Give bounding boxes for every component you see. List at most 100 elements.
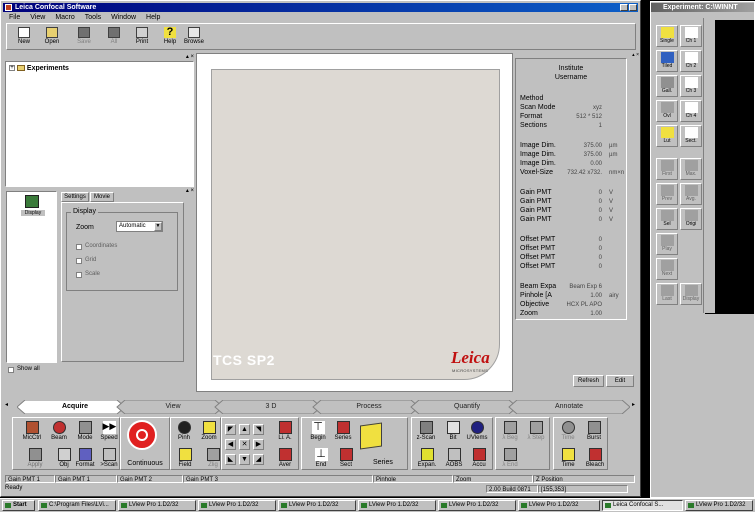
experiment-button[interactable]: Ch 2	[680, 50, 702, 72]
zoom-select[interactable]: Automatic ▼	[116, 221, 163, 232]
end-button[interactable]: ⊥ End	[309, 446, 333, 473]
bleach-button[interactable]: Bleach	[582, 446, 608, 473]
experiment-button[interactable]: Ch 3	[680, 75, 702, 97]
taskbar-item[interactable]: LView Pro 1.D2/32	[198, 500, 276, 511]
experiment-button[interactable]: Display	[680, 283, 702, 305]
time-series-button[interactable]: Time	[556, 446, 580, 473]
tab-acquire[interactable]: Acquire	[27, 400, 123, 414]
menu-view[interactable]: View	[30, 14, 45, 21]
pan-up-button[interactable]: ▲	[239, 424, 250, 435]
pan-center-button[interactable]: ✕	[239, 439, 250, 450]
aobs-button[interactable]: AOBS	[441, 446, 467, 473]
image-viewer[interactable]: TCS SP2 Leica MICROSYSTEMS	[196, 53, 513, 392]
experiment-button[interactable]: Play	[656, 233, 678, 255]
tab-view[interactable]: View	[125, 400, 221, 414]
edit-button[interactable]: Edit	[606, 375, 634, 387]
zoom-button[interactable]: Zoom	[198, 419, 220, 446]
taskbar-item[interactable]: LView Pro 1.D2/32	[518, 500, 600, 511]
pan-up-left-button[interactable]: ◤	[225, 424, 236, 435]
bit-button[interactable]: Bit	[441, 419, 465, 446]
experiment-button[interactable]: Prev	[656, 183, 678, 205]
tab-quantify[interactable]: Quantify	[419, 400, 515, 414]
experiment-tree[interactable]: + Experiments	[5, 61, 194, 187]
li-a-button[interactable]: Li. A.	[272, 419, 298, 446]
lambda-begin-button[interactable]: λ Beg	[497, 419, 523, 446]
tab-scroll-right[interactable]: ▸	[632, 401, 640, 408]
menu-macro[interactable]: Macro	[55, 14, 74, 21]
continuous-button[interactable]	[127, 420, 157, 450]
info-panel-controls[interactable]: ▴ ×	[515, 53, 639, 58]
pan-right-button[interactable]: ▶	[253, 439, 264, 450]
pinh-button[interactable]: Pinh	[173, 419, 195, 446]
experiment-button[interactable]: Gall.	[656, 75, 678, 97]
tab-3d[interactable]: 3 D	[223, 400, 319, 414]
tree-panel-controls[interactable]: ▴ ×	[5, 54, 194, 60]
uvlems-button[interactable]: UVlems	[464, 419, 490, 446]
aver-button[interactable]: Aver	[272, 446, 298, 473]
taskbar-item[interactable]: LView Pro 1.D2/32	[685, 500, 753, 511]
lambda-end-button[interactable]: λ End	[497, 446, 523, 473]
print-button[interactable]: Print	[128, 26, 156, 48]
expan-button[interactable]: Expan.	[414, 446, 440, 473]
tree-root[interactable]: + Experiments	[9, 65, 69, 73]
taskbar-item[interactable]: LView Pro 1.D2/32	[438, 500, 516, 511]
lambda-step-button[interactable]: λ Step	[523, 419, 549, 446]
time-button[interactable]: Time	[556, 419, 580, 446]
experiment-button[interactable]: Max.	[680, 158, 702, 180]
save-button[interactable]: Save	[70, 26, 98, 48]
experiment-button[interactable]: Sel	[656, 208, 678, 230]
field-button[interactable]: Field	[174, 446, 196, 473]
browse-button[interactable]: Browse	[180, 26, 208, 48]
experiment-button[interactable]: Single	[656, 25, 678, 47]
dropdown-arrow-icon[interactable]: ▼	[154, 222, 162, 231]
experiment-button[interactable]: Ovl	[656, 100, 678, 122]
format-button[interactable]: Format	[72, 446, 98, 473]
menu-tools[interactable]: Tools	[85, 14, 101, 21]
z-scan-button[interactable]: z-Scan	[414, 419, 438, 446]
menu-help[interactable]: Help	[146, 14, 160, 21]
show-all-checkbox[interactable]	[8, 367, 14, 373]
pan-down-left-button[interactable]: ◣	[225, 454, 236, 465]
experiment-button[interactable]: Ch 4	[680, 100, 702, 122]
sect-button[interactable]: Sect	[334, 446, 358, 473]
experiment-button[interactable]: Tiled	[656, 50, 678, 72]
expand-icon[interactable]: +	[9, 65, 15, 72]
beam-button[interactable]: Beam	[47, 419, 71, 446]
pan-left-button[interactable]: ◀	[225, 439, 236, 450]
coordinates-checkbox[interactable]	[76, 244, 82, 250]
new-button[interactable]: New	[10, 26, 38, 48]
taskbar-item[interactable]: LView Pro 1.D2/32	[118, 500, 196, 511]
begin-button[interactable]: ⊤ Begin	[306, 419, 330, 446]
micctrl-button[interactable]: MicCtrl	[19, 419, 45, 446]
close-button[interactable]	[629, 4, 637, 11]
start-button[interactable]: Start	[2, 500, 35, 511]
grid-checkbox[interactable]	[76, 258, 82, 264]
tab-process[interactable]: Process	[321, 400, 417, 414]
menu-window[interactable]: Window	[111, 14, 136, 21]
speed-button[interactable]: ▶▶ Speed	[97, 419, 121, 446]
experiment-button[interactable]: First	[656, 158, 678, 180]
taskbar-item[interactable]: C:\Program Files\LVi...	[38, 500, 116, 511]
tab-settings[interactable]: Settings	[61, 192, 89, 202]
open-button[interactable]: Open	[38, 26, 66, 48]
tab-movie[interactable]: Movie	[90, 192, 114, 202]
pan-up-right-button[interactable]: ◥	[253, 424, 264, 435]
scan-button[interactable]: >Scan	[97, 446, 121, 473]
save-all-button[interactable]: All	[100, 26, 128, 48]
experiment-button[interactable]: Last	[656, 283, 678, 305]
pan-down-right-button[interactable]: ◢	[253, 454, 264, 465]
taskbar-item[interactable]: LView Pro 1.D2/32	[278, 500, 356, 511]
taskbar-item[interactable]: LView Pro 1.D2/32	[358, 500, 436, 511]
burst-button[interactable]: Burst	[582, 419, 606, 446]
experiment-button[interactable]: Lut	[656, 125, 678, 147]
experiment-button[interactable]: Ch 1	[680, 25, 702, 47]
pan-down-button[interactable]: ▼	[239, 454, 250, 465]
mode-button[interactable]: Mode	[73, 419, 97, 446]
series-stack-icon[interactable]	[360, 422, 382, 450]
experiment-button[interactable]: Next	[656, 258, 678, 280]
minimize-button[interactable]	[620, 4, 628, 11]
experiment-button[interactable]: Avg.	[680, 183, 702, 205]
accu-button[interactable]: Accu	[466, 446, 492, 473]
display-icon[interactable]	[25, 195, 39, 208]
image-canvas[interactable]	[211, 69, 500, 380]
